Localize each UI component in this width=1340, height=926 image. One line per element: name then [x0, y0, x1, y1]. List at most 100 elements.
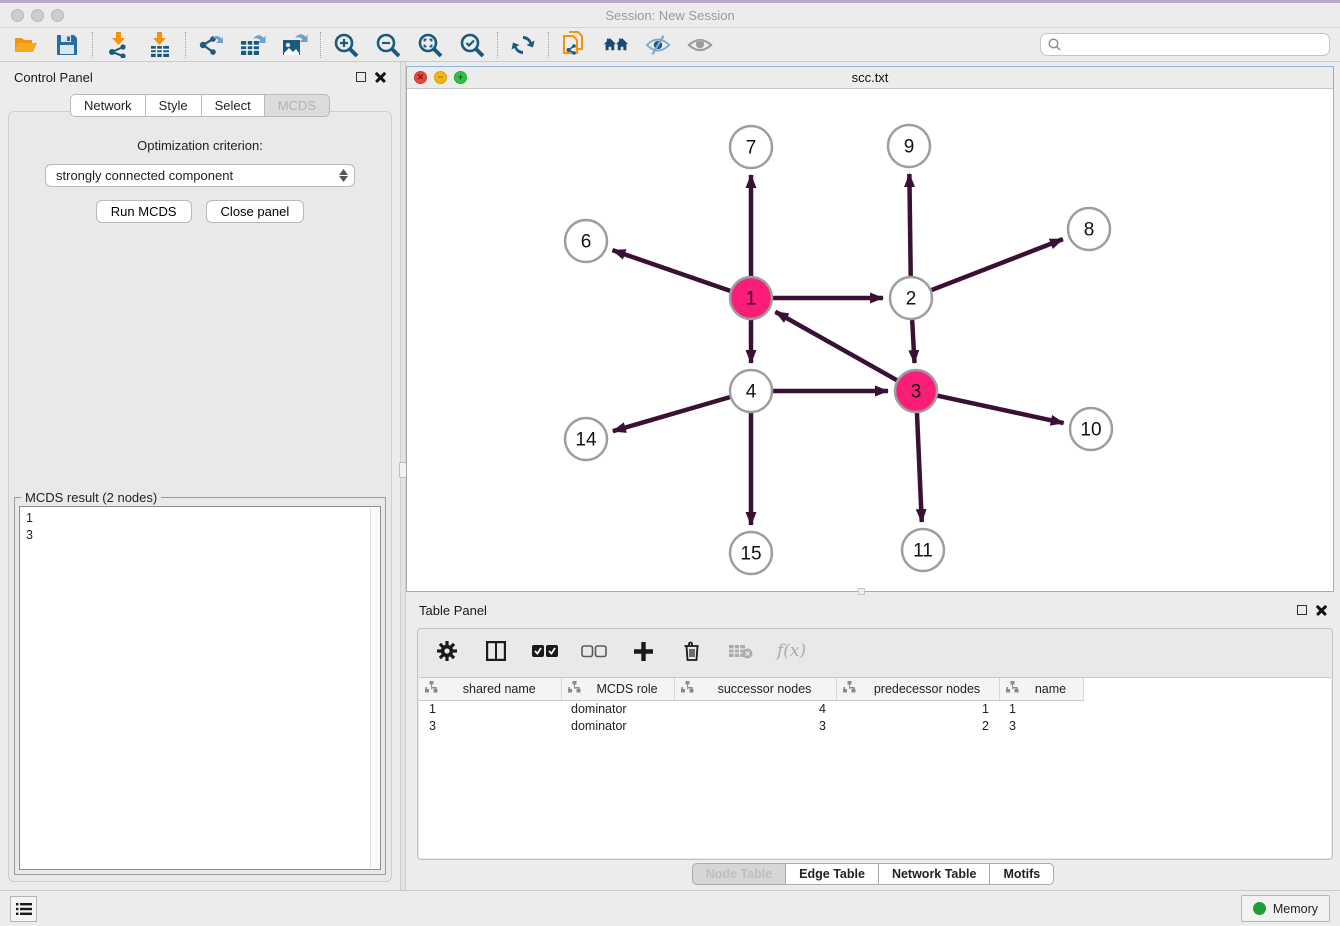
function-builder-icon[interactable]: f(x) — [777, 641, 806, 661]
mcds-panel-body: Optimization criterion: strongly connect… — [8, 111, 392, 882]
search-area — [1040, 33, 1330, 56]
graph-node-label: 1 — [746, 289, 757, 310]
attribute-type-icon — [1006, 681, 1019, 696]
zoom-fit-icon[interactable] — [417, 32, 443, 58]
attribute-type-icon — [425, 681, 438, 696]
export-table-icon[interactable] — [240, 32, 266, 58]
delete-column-trash-icon[interactable] — [679, 638, 705, 664]
tab-node-table[interactable]: Node Table — [692, 863, 786, 885]
mcds-result-textarea[interactable]: 1 3 — [19, 506, 381, 870]
deselect-all-columns-icon[interactable] — [581, 638, 607, 664]
tab-edge-table[interactable]: Edge Table — [786, 863, 879, 885]
close-table-panel-icon[interactable] — [1316, 605, 1327, 616]
close-panel-icon[interactable] — [375, 72, 386, 83]
show-all-eye-icon[interactable] — [687, 32, 713, 58]
graph-edge-2-9[interactable] — [909, 174, 910, 276]
network-window-titlebar: ✕ − + scc.txt — [407, 67, 1333, 89]
optimization-criterion-label: Optimization criterion: — [9, 138, 391, 153]
mcds-result-line: 3 — [26, 527, 366, 544]
duplicate-network-icon[interactable] — [561, 32, 587, 58]
import-network-icon[interactable] — [105, 32, 131, 58]
graph-edge-3-11[interactable] — [917, 413, 922, 522]
graph-node-label: 7 — [746, 138, 757, 159]
close-window-button[interactable] — [11, 9, 24, 22]
float-table-panel-icon[interactable] — [1297, 605, 1307, 615]
horizontal-split-grip[interactable] — [858, 588, 865, 595]
graph-edge-3-1[interactable] — [775, 312, 896, 380]
export-network-icon[interactable] — [198, 32, 224, 58]
result-scrollbar[interactable] — [370, 508, 379, 868]
tab-mcds[interactable]: MCDS — [265, 94, 330, 117]
search-input[interactable] — [1066, 38, 1322, 52]
memory-button[interactable]: Memory — [1241, 895, 1330, 922]
float-panel-icon[interactable] — [356, 72, 366, 82]
network-close-button[interactable]: ✕ — [414, 71, 427, 84]
graph-node-label: 14 — [575, 430, 597, 451]
minimize-window-button[interactable] — [31, 9, 44, 22]
maximize-window-button[interactable] — [51, 9, 64, 22]
table-cell[interactable]: dominator — [561, 717, 674, 734]
table-cell[interactable]: 4 — [674, 700, 836, 717]
search-box[interactable] — [1040, 33, 1330, 56]
window-controls — [11, 9, 64, 22]
table-cell[interactable]: 3 — [419, 717, 561, 734]
zoom-out-icon[interactable] — [375, 32, 401, 58]
table-row[interactable]: 3dominator323 — [419, 717, 1083, 734]
table-toolbar: f(x) — [418, 629, 1332, 673]
network-minimize-button[interactable]: − — [434, 71, 447, 84]
table-cell[interactable]: 3 — [674, 717, 836, 734]
graph-edge-2-8[interactable] — [932, 239, 1063, 290]
attribute-type-icon — [843, 681, 856, 696]
table-cell[interactable]: 2 — [836, 717, 999, 734]
column-header[interactable]: successor nodes — [674, 678, 836, 700]
table-settings-gear-icon[interactable] — [434, 638, 460, 664]
criterion-dropdown[interactable]: strongly connected component — [45, 164, 355, 187]
zoom-selected-icon[interactable] — [459, 32, 485, 58]
show-column-panel-icon[interactable] — [483, 638, 509, 664]
column-header[interactable]: MCDS role — [561, 678, 674, 700]
task-history-button[interactable] — [10, 896, 37, 922]
add-column-plus-icon[interactable] — [630, 638, 656, 664]
table-cell[interactable]: 3 — [999, 717, 1083, 734]
table-cell[interactable]: dominator — [561, 700, 674, 717]
network-maximize-button[interactable]: + — [454, 71, 467, 84]
tab-motifs[interactable]: Motifs — [990, 863, 1054, 885]
run-mcds-button[interactable]: Run MCDS — [96, 200, 192, 223]
refresh-icon[interactable] — [510, 32, 536, 58]
search-icon — [1048, 38, 1061, 51]
graph-node-label: 8 — [1084, 220, 1095, 241]
table-cell[interactable]: 1 — [419, 700, 561, 717]
import-table-icon[interactable] — [147, 32, 173, 58]
table-cell[interactable]: 1 — [999, 700, 1083, 717]
table-tabs: Node Table Edge Table Network Table Moti… — [406, 863, 1340, 885]
zoom-in-icon[interactable] — [333, 32, 359, 58]
delete-table-icon[interactable] — [728, 638, 754, 664]
graph-node-label: 2 — [906, 289, 917, 310]
open-session-icon[interactable] — [12, 32, 38, 58]
close-panel-button[interactable]: Close panel — [206, 200, 305, 223]
column-header[interactable]: predecessor nodes — [836, 678, 999, 700]
table-row[interactable]: 1dominator411 — [419, 700, 1083, 717]
window-title: Session: New Session — [0, 8, 1340, 23]
graph-edge-2-3[interactable] — [912, 320, 914, 363]
tab-style[interactable]: Style — [146, 94, 202, 117]
select-all-columns-icon[interactable] — [532, 638, 558, 664]
attribute-type-icon — [568, 681, 581, 696]
column-header[interactable]: name — [999, 678, 1083, 700]
save-session-icon[interactable] — [54, 32, 80, 58]
graph-edge-4-14[interactable] — [613, 397, 730, 431]
graph-edge-1-6[interactable] — [612, 250, 730, 291]
table-cell[interactable]: 1 — [836, 700, 999, 717]
tab-select[interactable]: Select — [202, 94, 265, 117]
first-neighbors-icon[interactable] — [603, 32, 629, 58]
tab-network-table[interactable]: Network Table — [879, 863, 991, 885]
export-image-icon[interactable] — [282, 32, 308, 58]
network-canvas[interactable]: 7968124314101511 — [407, 89, 1333, 589]
table-panel: Table Panel — [406, 596, 1340, 890]
column-header[interactable]: shared name — [419, 678, 561, 700]
node-table-area[interactable]: shared nameMCDS rolesuccessor nodesprede… — [419, 677, 1331, 858]
tab-network[interactable]: Network — [70, 94, 146, 117]
hide-selected-eye-icon[interactable] — [645, 32, 671, 58]
graph-node-label: 4 — [746, 382, 757, 403]
graph-edge-3-10[interactable] — [937, 396, 1063, 423]
